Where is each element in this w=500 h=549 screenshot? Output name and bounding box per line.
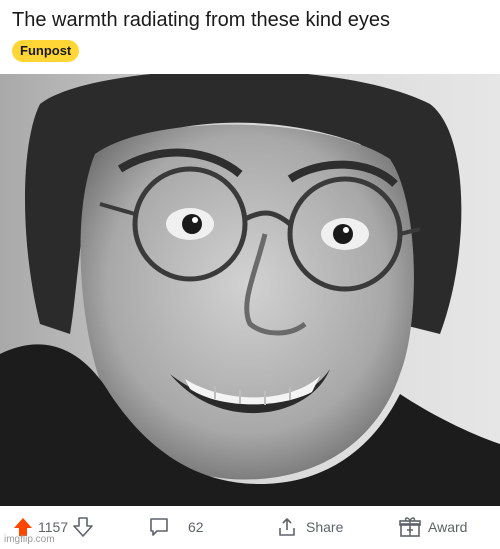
post-image[interactable] (0, 74, 500, 506)
upvote-count: 1157 (38, 519, 69, 535)
share-label: Share (306, 519, 344, 535)
comments-count: 62 (188, 519, 204, 535)
downvote-icon[interactable] (72, 516, 94, 538)
share-button[interactable]: Share (276, 508, 343, 546)
portrait-photo (0, 74, 500, 506)
post-flair[interactable]: Funpost (12, 40, 80, 62)
award-label: Award (428, 519, 468, 535)
award-icon (398, 516, 422, 538)
imgflip-watermark: imgflip.com (4, 534, 55, 545)
award-button[interactable]: Award (398, 508, 467, 546)
post-action-bar: 1157 62 Share Award (0, 508, 500, 546)
post-title: The warmth radiating from these kind eye… (12, 9, 390, 31)
comments-button[interactable]: 62 (148, 508, 204, 546)
comment-icon (148, 516, 170, 538)
share-icon (276, 516, 298, 538)
